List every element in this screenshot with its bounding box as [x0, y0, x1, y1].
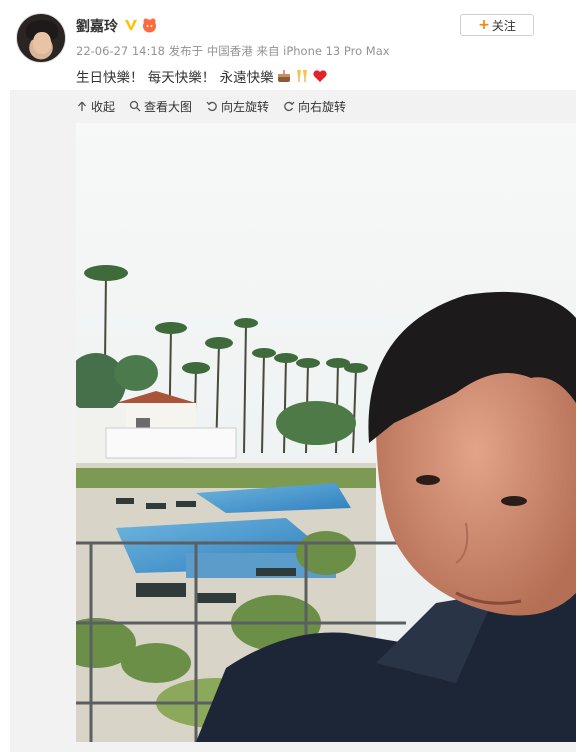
cheers-emoji [296, 70, 307, 82]
collapse-label: 收起 [91, 99, 116, 114]
cake-emoji [277, 70, 290, 82]
rotate-left-label: 向左旋转 [221, 99, 270, 114]
rotate-right-button[interactable]: 向右旋转 [283, 98, 346, 115]
image-toolbar: 收起 查看大图 向左旋转 向右旋转 [76, 97, 346, 115]
post-photo[interactable] [76, 123, 576, 742]
rotate-left-icon [206, 101, 217, 112]
post-body: 生日快樂！ 每天快樂！ 永遠快樂 [76, 70, 274, 86]
follow-button[interactable]: + 关注 [460, 14, 534, 36]
post-text: 生日快樂！ 每天快樂！ 永遠快樂 [76, 66, 328, 86]
rotate-right-label: 向右旋转 [298, 99, 347, 114]
post-timestamp[interactable]: 22-06-27 14:18 [76, 44, 165, 58]
vip-badge-icon [143, 18, 156, 33]
rotate-left-button[interactable]: 向左旋转 [206, 98, 269, 115]
search-icon [129, 100, 141, 112]
plus-icon: + [478, 17, 490, 33]
post-source: 来自 iPhone 13 Pro Max [256, 44, 390, 58]
post-meta: 22-06-27 14:18 发布于 中国香港 来自 iPhone 13 Pro… [76, 43, 390, 59]
collapse-icon [78, 101, 86, 111]
view-large-label: 查看大图 [144, 99, 193, 114]
photo-image [76, 123, 576, 742]
username[interactable]: 劉嘉玲 [76, 16, 118, 36]
collapse-button[interactable]: 收起 [76, 98, 115, 115]
post-location: 发布于 中国香港 [168, 44, 253, 58]
user-avatar[interactable] [16, 13, 66, 63]
heart-emoji [312, 70, 327, 82]
view-large-button[interactable]: 查看大图 [129, 98, 192, 115]
rotate-right-icon [284, 101, 295, 112]
verified-badge-icon [125, 20, 137, 30]
follow-label: 关注 [491, 18, 516, 33]
